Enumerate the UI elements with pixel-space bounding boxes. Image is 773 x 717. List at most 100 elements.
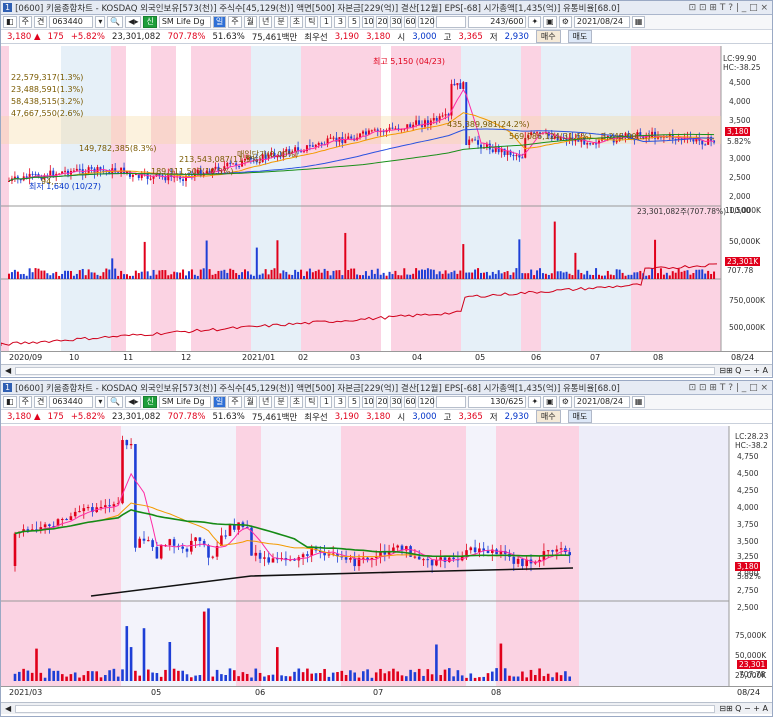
volume-bar: [515, 268, 518, 279]
interval-10[interactable]: 10: [362, 396, 375, 408]
interval-5[interactable]: 5: [348, 16, 361, 28]
zoom-controls[interactable]: ⊟⊞ Q − + A: [719, 704, 768, 713]
scroll-left-icon[interactable]: ◀: [5, 366, 11, 375]
period-second[interactable]: 초: [289, 396, 304, 408]
search-icon[interactable]: 🔍: [107, 16, 124, 28]
period-month[interactable]: 월: [243, 396, 257, 408]
interval-5[interactable]: 5: [348, 396, 361, 408]
custom-interval-input[interactable]: [436, 16, 467, 28]
period-tick[interactable]: 틱: [305, 16, 319, 28]
scroll-track[interactable]: [15, 704, 716, 713]
vp-label-4: 47,667,550(2.6%): [11, 109, 84, 118]
hc-label: HC:-38.25: [723, 63, 761, 72]
date-input[interactable]: 2021/08/24: [573, 396, 630, 408]
period-second[interactable]: 초: [289, 16, 304, 28]
volume-bar: [452, 676, 455, 681]
volume-bar: [627, 274, 630, 279]
volume-bar: [400, 275, 403, 279]
volume-bar: [61, 674, 64, 681]
interval-60[interactable]: 60: [404, 396, 417, 408]
dropdown-icon[interactable]: ▾: [95, 16, 106, 28]
save-icon[interactable]: ▣: [543, 16, 557, 28]
candle-body: [468, 139, 471, 145]
price-chart-canvas[interactable]: [1, 46, 772, 352]
volume-bar: [686, 270, 689, 279]
gyeon-button[interactable]: 견: [33, 396, 48, 408]
buy-button[interactable]: 매수: [535, 30, 561, 43]
period-year[interactable]: 년: [258, 396, 273, 408]
dropdown-icon[interactable]: ▾: [95, 396, 106, 408]
date-input[interactable]: 2021/08/24: [573, 16, 630, 28]
interval-30[interactable]: 30: [390, 16, 403, 28]
volume-bar: [220, 270, 223, 279]
candle-body: [182, 179, 185, 181]
volume-bar: [73, 672, 77, 681]
candle-body: [341, 137, 344, 144]
jw-button[interactable]: 주: [18, 16, 32, 28]
candle-body: [142, 538, 146, 541]
sell-button[interactable]: 매도: [567, 410, 593, 423]
period-week[interactable]: 주: [228, 396, 242, 408]
volume-bar: [142, 628, 146, 681]
interval-1[interactable]: 1: [320, 396, 333, 408]
candle-body: [168, 539, 172, 546]
save-icon[interactable]: ▣: [543, 396, 557, 408]
data-count[interactable]: 243/600: [468, 16, 527, 28]
calendar-icon[interactable]: ▦: [631, 396, 646, 408]
chart-area[interactable]: 최고 5,150 (04/23) 최저 1,640 (10/27) 22,579…: [1, 46, 772, 363]
window-controls[interactable]: ⊡ ⊡ ⊞ T ? | _ □ ×: [689, 3, 772, 13]
layout-icon[interactable]: ◧: [3, 396, 17, 408]
zoom-controls[interactable]: ⊟⊞ Q − + A: [719, 366, 768, 375]
interval-10[interactable]: 10: [362, 16, 375, 28]
interval-60[interactable]: 60: [404, 16, 417, 28]
interval-120[interactable]: 120: [418, 396, 435, 408]
pin-icon[interactable]: ✦: [528, 396, 542, 408]
period-tick[interactable]: 틱: [305, 396, 319, 408]
pin-icon[interactable]: ✦: [528, 16, 542, 28]
interval-3[interactable]: 3: [334, 16, 347, 28]
sound-icon[interactable]: ◀▸: [125, 396, 142, 408]
interval-120[interactable]: 120: [418, 16, 435, 28]
calendar-icon[interactable]: ▦: [631, 16, 646, 28]
data-count[interactable]: 130/625: [468, 396, 527, 408]
layout-icon[interactable]: ◧: [3, 16, 17, 28]
period-month[interactable]: 월: [243, 16, 257, 28]
price-chart-canvas[interactable]: [1, 426, 772, 688]
price-axis-tick: 3,500: [737, 537, 759, 546]
scroll-track[interactable]: [15, 366, 716, 375]
period-day[interactable]: 일: [212, 16, 227, 28]
gyeon-button[interactable]: 견: [33, 16, 48, 28]
chart-scrollbar[interactable]: ◀ ⊟⊞ Q − + A: [1, 364, 772, 376]
volume-bar: [555, 672, 559, 681]
interval-1[interactable]: 1: [320, 16, 333, 28]
buy-button[interactable]: 매수: [535, 410, 561, 423]
period-day[interactable]: 일: [212, 396, 227, 408]
chart-area[interactable]: LC:28.23 HC:-38.2 4,750 4,500 4,250 4,00…: [1, 426, 772, 698]
candle-body: [432, 117, 435, 121]
interval-30[interactable]: 30: [390, 396, 403, 408]
interval-20[interactable]: 20: [376, 396, 389, 408]
settings-icon[interactable]: ⚙: [558, 396, 572, 408]
stock-code-input[interactable]: 063440: [49, 396, 94, 408]
settings-icon[interactable]: ⚙: [558, 16, 572, 28]
custom-interval-input[interactable]: [436, 396, 467, 408]
chart-scrollbar[interactable]: ◀ ⊟⊞ Q − + A: [1, 702, 772, 714]
volume-bar: [460, 675, 464, 681]
period-year[interactable]: 년: [258, 16, 273, 28]
jw-button[interactable]: 주: [18, 396, 32, 408]
scroll-left-icon[interactable]: ◀: [5, 704, 11, 713]
volume-bar: [252, 275, 255, 279]
interval-3[interactable]: 3: [334, 396, 347, 408]
candle-body: [589, 143, 592, 145]
sell-button[interactable]: 매도: [567, 30, 593, 43]
period-minute[interactable]: 분: [274, 16, 288, 28]
stock-code-input[interactable]: 063440: [49, 16, 94, 28]
period-week[interactable]: 주: [228, 16, 242, 28]
period-minute[interactable]: 분: [274, 396, 288, 408]
window-controls[interactable]: ⊡ ⊡ ⊞ T ? | _ □ ×: [689, 383, 772, 393]
interval-20[interactable]: 20: [376, 16, 389, 28]
search-icon[interactable]: 🔍: [107, 396, 124, 408]
volume-bar: [194, 675, 197, 681]
price-axis-tick: 4,500: [729, 78, 751, 87]
sound-icon[interactable]: ◀▸: [125, 16, 142, 28]
